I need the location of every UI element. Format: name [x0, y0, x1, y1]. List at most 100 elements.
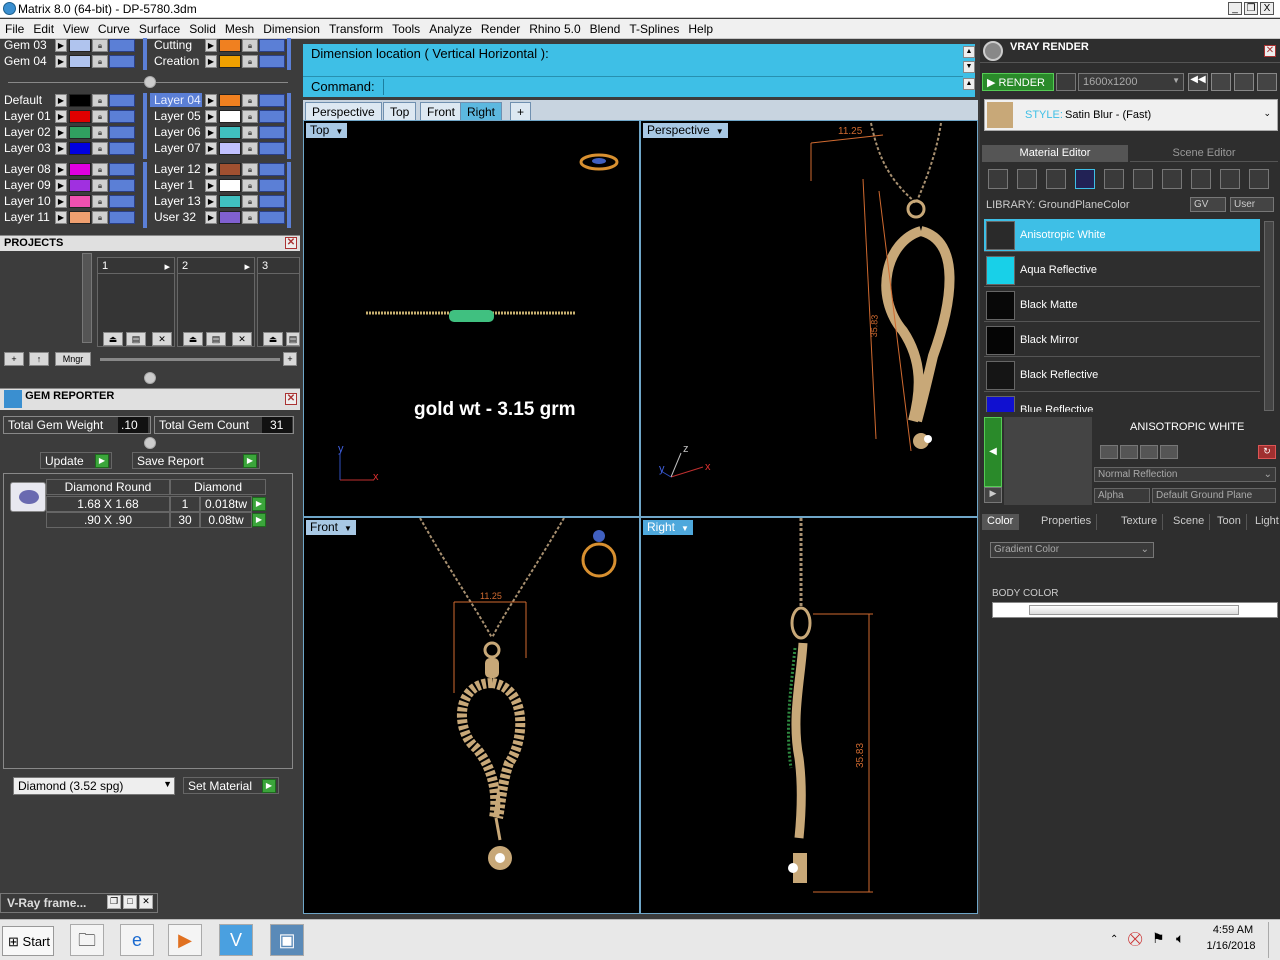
image-viewer-icon[interactable]: ▣ — [270, 924, 304, 956]
body-color-gradient[interactable] — [992, 602, 1278, 618]
menu-rhino-5-0[interactable]: Rhino 5.0 — [524, 19, 584, 36]
visibility-toggle[interactable] — [259, 39, 285, 52]
visibility-toggle[interactable] — [109, 39, 135, 52]
vray-frame-window[interactable]: V-Ray frame... ❐ □ ✕ — [0, 893, 158, 913]
layer-arrow-icon[interactable]: ▶ — [55, 126, 67, 139]
layer-color-swatch[interactable] — [69, 55, 91, 68]
menu-file[interactable]: File — [0, 19, 28, 36]
layer-arrow-icon[interactable]: ▶ — [205, 211, 217, 224]
lock-icon[interactable]: 🔒︎ — [242, 163, 258, 176]
render-button[interactable]: ▶ RENDER — [982, 73, 1054, 91]
frame-icon[interactable] — [1211, 73, 1231, 91]
menu-surface[interactable]: Surface — [134, 19, 184, 36]
visibility-toggle[interactable] — [259, 126, 285, 139]
lock-icon[interactable]: 🔒︎ — [92, 55, 108, 68]
new-material-icon[interactable] — [1100, 445, 1118, 459]
project-save-button[interactable]: ▤ — [286, 332, 300, 346]
viewport-perspective[interactable]: Perspective ▼ 11.25 35.83 z x y — [640, 120, 978, 517]
style-select[interactable]: STYLE: Satin Blur - (Fast) ⌄ — [984, 99, 1278, 131]
project-delete-button[interactable]: ✕ — [232, 332, 252, 346]
visibility-toggle[interactable] — [109, 163, 135, 176]
refresh-icon[interactable]: ↻ — [1258, 445, 1276, 459]
layer-row[interactable]: Cutting ▶ 🔒︎ — [150, 38, 290, 53]
project-load-button[interactable]: ⏏ — [183, 332, 203, 346]
layer-color-swatch[interactable] — [69, 195, 91, 208]
layer-arrow-icon[interactable]: ▶ — [205, 39, 217, 52]
texture-icon[interactable] — [1133, 169, 1153, 189]
mirror-icon[interactable] — [1220, 169, 1240, 189]
layer-arrow-icon[interactable]: ▶ — [55, 110, 67, 123]
tab-scene[interactable]: Scene — [1168, 514, 1211, 530]
menu-t-splines[interactable]: T-Splines — [624, 19, 683, 36]
lock-icon[interactable]: 🔒︎ — [242, 94, 258, 107]
material-item[interactable]: Blue Reflective — [984, 394, 1260, 412]
set-material-button[interactable]: Set Material ▶ — [183, 777, 279, 794]
collapse-left-icon[interactable]: ◀ — [984, 417, 1002, 487]
lock-icon[interactable]: 🔒︎ — [92, 211, 108, 224]
lock-icon[interactable]: 🔒︎ — [92, 94, 108, 107]
visibility-toggle[interactable] — [259, 110, 285, 123]
layer-color-swatch[interactable] — [69, 142, 91, 155]
project-load-button[interactable]: ⏏ — [263, 332, 283, 346]
material-item[interactable]: Black Mirror — [984, 324, 1260, 357]
layer-color-swatch[interactable] — [69, 211, 91, 224]
layer-row[interactable]: Layer 11 ▶ 🔒︎ — [0, 210, 140, 225]
lock-icon[interactable]: 🔒︎ — [92, 126, 108, 139]
layer-arrow-icon[interactable]: ▶ — [55, 211, 67, 224]
menu-view[interactable]: View — [58, 19, 93, 36]
menu-solid[interactable]: Solid — [184, 19, 220, 36]
tab-color[interactable]: Color — [982, 514, 1020, 530]
close-button[interactable]: ✕ — [139, 895, 153, 909]
layer-arrow-icon[interactable]: ▶ — [55, 195, 67, 208]
layer-row[interactable]: Creation ▶ 🔒︎ — [150, 54, 290, 69]
layer-color-swatch[interactable] — [69, 110, 91, 123]
layer-color-swatch[interactable] — [219, 39, 241, 52]
command-input[interactable] — [383, 79, 963, 95]
start-button[interactable]: ⊞ Start — [2, 926, 54, 956]
menu-render[interactable]: Render — [476, 19, 524, 36]
lock-icon[interactable]: 🔒︎ — [92, 163, 108, 176]
layer-color-swatch[interactable] — [219, 195, 241, 208]
sphere-icon[interactable] — [1046, 169, 1066, 189]
ring-icon[interactable] — [988, 169, 1008, 189]
layer-row[interactable]: Layer 1 ▶ 🔒︎ — [150, 178, 290, 193]
lock-icon[interactable]: 🔒︎ — [92, 179, 108, 192]
ground-plane-toggle[interactable]: Default Ground Plane — [1152, 488, 1276, 503]
visibility-toggle[interactable] — [109, 110, 135, 123]
layer-arrow-icon[interactable]: ▶ — [205, 179, 217, 192]
visibility-toggle[interactable] — [109, 142, 135, 155]
layer-row[interactable]: Layer 10 ▶ 🔒︎ — [0, 194, 140, 209]
layer-arrow-icon[interactable]: ▶ — [205, 163, 217, 176]
menu-transform[interactable]: Transform — [324, 19, 387, 36]
lock-icon[interactable]: 🔒︎ — [242, 39, 258, 52]
visibility-toggle[interactable] — [259, 179, 285, 192]
collapse-toggle[interactable] — [144, 372, 156, 384]
tab-right[interactable]: Right — [460, 102, 503, 120]
update-button[interactable]: Update ▶ — [40, 452, 112, 469]
file-explorer-icon[interactable]: 🗀 — [70, 924, 104, 956]
visibility-toggle[interactable] — [109, 94, 135, 107]
clock-date[interactable]: 1/16/2018 — [1200, 940, 1262, 952]
layer-color-swatch[interactable] — [219, 142, 241, 155]
media-player-icon[interactable]: ▶ — [168, 924, 202, 956]
layer-color-swatch[interactable] — [69, 94, 91, 107]
project-load-button[interactable]: ⏏ — [103, 332, 123, 346]
scrollbar[interactable] — [82, 253, 92, 343]
menu-tools[interactable]: Tools — [387, 19, 424, 36]
scroll-up-button[interactable]: ▲ — [963, 78, 975, 90]
close-button[interactable]: X — [1260, 2, 1274, 15]
visibility-toggle[interactable] — [109, 126, 135, 139]
layer-arrow-icon[interactable]: ▶ — [55, 163, 67, 176]
layer-arrow-icon[interactable]: ▶ — [205, 110, 217, 123]
save-report-button[interactable]: Save Report ▶ — [132, 452, 260, 469]
project-save-button[interactable]: ▤ — [206, 332, 226, 346]
lock-icon[interactable]: 🔒︎ — [242, 211, 258, 224]
layer-color-swatch[interactable] — [219, 94, 241, 107]
layer-arrow-icon[interactable]: ▶ — [55, 55, 67, 68]
tab-top[interactable]: Top — [383, 102, 417, 120]
layer-color-swatch[interactable] — [69, 179, 91, 192]
grid-icon[interactable] — [1257, 73, 1277, 91]
layer-color-swatch[interactable] — [219, 163, 241, 176]
list-icon[interactable] — [1234, 73, 1254, 91]
material-item[interactable]: Anisotropic White — [984, 219, 1260, 252]
